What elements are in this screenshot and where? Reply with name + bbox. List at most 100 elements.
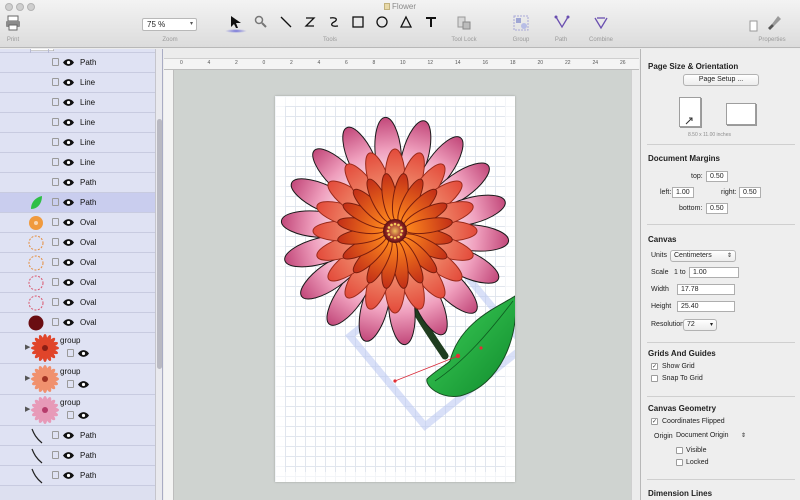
canvas-vertical-scrollbar[interactable] xyxy=(631,70,639,500)
disclosure-triangle-icon[interactable]: ▶ xyxy=(25,343,30,351)
layer-row[interactable]: Oval xyxy=(0,253,155,273)
height-field[interactable]: 25.40 xyxy=(677,301,735,312)
origin-visible-checkbox[interactable] xyxy=(676,447,683,454)
group-button[interactable] xyxy=(512,14,530,32)
margin-top-field[interactable]: 0.50 xyxy=(706,171,728,182)
zoom-window-button[interactable] xyxy=(27,3,35,11)
layer-row[interactable]: Path xyxy=(0,466,155,486)
group-row[interactable]: ▶ group xyxy=(0,364,155,395)
eye-icon[interactable] xyxy=(63,431,74,440)
magnify-tool-button[interactable] xyxy=(253,14,269,30)
page-setup-button[interactable]: Page Setup ... xyxy=(683,74,759,86)
origin-locked-checkbox[interactable] xyxy=(676,459,683,466)
lock-icon[interactable] xyxy=(52,278,59,286)
lock-icon[interactable] xyxy=(52,78,59,86)
control-point[interactable] xyxy=(393,379,397,383)
lock-icon[interactable] xyxy=(52,318,59,326)
layer-row[interactable]: Line xyxy=(0,73,155,93)
layer-row[interactable]: Oval xyxy=(0,273,155,293)
margin-left-field[interactable]: 1.00 xyxy=(672,187,694,198)
layer-row[interactable]: Oval xyxy=(0,313,155,333)
tool-lock-button[interactable] xyxy=(455,14,473,32)
lock-icon[interactable] xyxy=(52,238,59,246)
print-button[interactable] xyxy=(4,14,22,32)
path-button[interactable] xyxy=(553,14,571,32)
units-select[interactable]: Centimeters ⇕ xyxy=(670,250,736,262)
layer-row[interactable]: Line xyxy=(0,113,155,133)
lock-icon[interactable] xyxy=(52,118,59,126)
eye-icon[interactable] xyxy=(63,198,74,207)
layer-row[interactable]: Oval xyxy=(0,213,155,233)
flower-artwork[interactable] xyxy=(275,96,515,482)
eye-icon[interactable] xyxy=(63,451,74,460)
line-tool-button[interactable] xyxy=(278,14,294,30)
eye-icon[interactable] xyxy=(63,98,74,107)
canvas-area[interactable]: 0 4 2 0 2 4 6 8 10 12 14 16 18 20 22 24 26 xyxy=(164,49,639,500)
resolution-select[interactable]: 72 ▾ xyxy=(683,319,717,331)
lock-icon[interactable] xyxy=(52,138,59,146)
flower-center[interactable] xyxy=(383,219,407,243)
layer-row[interactable]: Oval xyxy=(0,293,155,313)
lock-icon[interactable] xyxy=(52,298,59,306)
eye-icon[interactable] xyxy=(63,138,74,147)
eye-icon[interactable] xyxy=(63,118,74,127)
layer-row[interactable]: Path xyxy=(0,446,155,466)
horizontal-ruler[interactable]: 0 4 2 0 2 4 6 8 10 12 14 16 18 20 22 24 26 xyxy=(164,59,639,70)
lock-icon[interactable] xyxy=(67,380,74,388)
lock-icon[interactable] xyxy=(52,471,59,479)
lock-icon[interactable] xyxy=(52,98,59,106)
landscape-orientation[interactable] xyxy=(726,103,756,125)
polyline-tool-button[interactable] xyxy=(302,14,318,30)
coordinates-flipped-checkbox[interactable]: ✓ xyxy=(651,418,658,425)
oval-tool-button[interactable] xyxy=(374,14,390,30)
layer-row[interactable]: Line xyxy=(0,93,155,113)
close-window-button[interactable] xyxy=(5,3,13,11)
polygon-tool-button[interactable] xyxy=(398,14,414,30)
layer-row[interactable]: Path xyxy=(0,426,155,446)
lock-icon[interactable] xyxy=(67,411,74,419)
portrait-orientation[interactable] xyxy=(679,97,701,127)
control-point[interactable] xyxy=(479,346,483,350)
minimize-window-button[interactable] xyxy=(16,3,24,11)
show-grid-checkbox[interactable]: ✓ xyxy=(651,363,658,370)
zoom-select[interactable]: 75 % ▾ xyxy=(142,18,197,31)
layer-row[interactable]: Path xyxy=(0,193,155,213)
eye-icon[interactable] xyxy=(78,349,89,358)
lock-icon[interactable] xyxy=(52,218,59,226)
snap-to-grid-checkbox[interactable] xyxy=(651,375,658,382)
layers-scrollbar[interactable] xyxy=(155,49,162,500)
eye-icon[interactable] xyxy=(63,158,74,167)
combine-button[interactable] xyxy=(592,14,610,32)
lock-icon[interactable] xyxy=(52,431,59,439)
scale-field[interactable]: 1.00 xyxy=(689,267,739,278)
inspector-toggle-button[interactable] xyxy=(748,20,758,32)
select-tool-button[interactable] xyxy=(228,14,244,30)
group-row[interactable]: ▶ group xyxy=(0,395,155,426)
eye-icon[interactable] xyxy=(63,178,74,187)
lock-icon[interactable] xyxy=(52,178,59,186)
curve-tool-button[interactable] xyxy=(326,14,342,30)
vertical-ruler[interactable] xyxy=(164,70,174,500)
text-tool-button[interactable] xyxy=(423,14,439,30)
eye-icon[interactable] xyxy=(63,258,74,267)
layer-row[interactable]: Oval xyxy=(0,233,155,253)
layer-row[interactable]: Path xyxy=(0,173,155,193)
eye-icon[interactable] xyxy=(63,78,74,87)
group-row[interactable]: ▶ group xyxy=(0,333,155,364)
layer-row[interactable]: Line xyxy=(0,133,155,153)
anchor-point[interactable] xyxy=(455,353,461,359)
eye-icon[interactable] xyxy=(63,278,74,287)
eye-icon[interactable] xyxy=(63,471,74,480)
layer-row[interactable]: Path xyxy=(0,53,155,73)
disclosure-triangle-icon[interactable]: ▶ xyxy=(25,374,30,382)
lock-icon[interactable] xyxy=(52,451,59,459)
width-field[interactable]: 17.78 xyxy=(677,284,735,295)
lock-icon[interactable] xyxy=(52,198,59,206)
eye-icon[interactable] xyxy=(63,218,74,227)
document-page[interactable] xyxy=(275,96,515,482)
lock-icon[interactable] xyxy=(52,158,59,166)
margin-bottom-field[interactable]: 0.50 xyxy=(706,203,728,214)
eye-icon[interactable] xyxy=(78,411,89,420)
eye-icon[interactable] xyxy=(78,380,89,389)
eye-icon[interactable] xyxy=(63,238,74,247)
